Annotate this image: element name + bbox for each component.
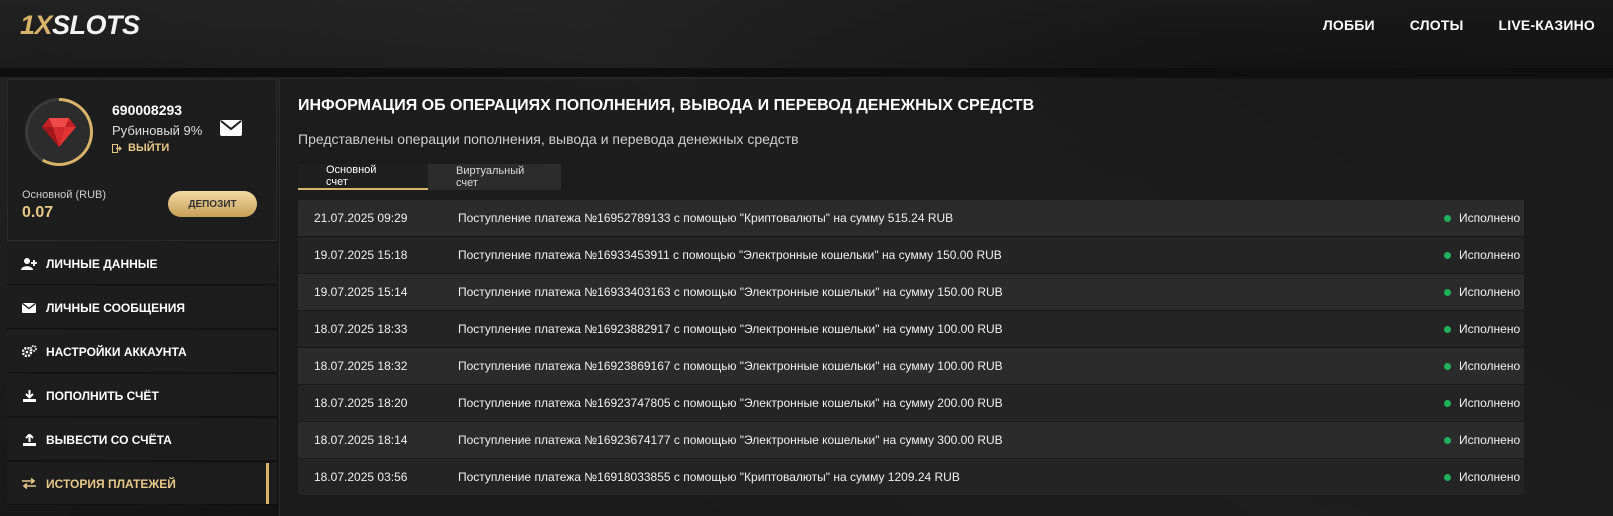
menu-item-deposit[interactable]: ПОПОЛНИТЬ СЧЁТ: [7, 375, 277, 417]
transactions-list: 21.07.2025 09:29 Поступление платежа №16…: [298, 200, 1524, 496]
menu-item-label: ПОПОЛНИТЬ СЧЁТ: [46, 388, 159, 403]
row-date: 18.07.2025 18:20: [314, 396, 408, 410]
menu-item-label: НАСТРОЙКИ АККАУНТА: [46, 344, 187, 359]
row-date: 18.07.2025 03:56: [314, 470, 408, 484]
table-row: 18.07.2025 18:14 Поступление платежа №16…: [298, 422, 1524, 459]
user-id: 690008293: [112, 102, 183, 118]
status-dot-icon: [1444, 362, 1451, 370]
account-menu: ЛИЧНЫЕ ДАННЫЕ ЛИЧНЫЕ СООБЩЕНИЯ НАСТРОЙКИ…: [7, 243, 277, 507]
status-dot-icon: [1444, 214, 1451, 222]
menu-item-personal-data[interactable]: ЛИЧНЫЕ ДАННЫЕ: [7, 243, 277, 285]
status-text: Исполнено: [1459, 359, 1521, 373]
main-nav: ЛОББИ СЛОТЫ LIVE-КАЗИНО: [1323, 17, 1595, 33]
header-divider: [0, 68, 1613, 77]
logout-link[interactable]: ВЫЙТИ: [112, 142, 169, 154]
row-description: Поступление платежа №16923747805 с помощ…: [458, 396, 1003, 410]
row-description: Поступление платежа №16923869167 с помощ…: [458, 359, 1003, 373]
tab-virtual-account[interactable]: Виртуальный счет: [428, 164, 561, 190]
status-badge: Исполнено: [1444, 322, 1524, 336]
status-text: Исполнено: [1459, 248, 1521, 262]
deposit-button[interactable]: ДЕПОЗИТ: [168, 191, 257, 217]
row-date: 18.07.2025 18:14: [314, 433, 408, 447]
status-dot-icon: [1444, 288, 1451, 296]
status-text: Исполнено: [1459, 285, 1521, 299]
status-dot-icon: [1444, 436, 1451, 444]
menu-item-account-settings[interactable]: НАСТРОЙКИ АККАУНТА: [7, 331, 277, 373]
status-badge: Исполнено: [1444, 211, 1524, 225]
menu-item-label: ЛИЧНЫЕ СООБЩЕНИЯ: [46, 300, 186, 315]
status-text: Исполнено: [1459, 396, 1521, 410]
row-description: Поступление платежа №16933403163 с помощ…: [458, 285, 1003, 299]
account-tabs: Основной счет Виртуальный счет: [298, 164, 561, 190]
status-text: Исполнено: [1459, 470, 1521, 484]
row-description: Поступление платежа №16923882917 с помощ…: [458, 322, 1003, 336]
user-level: Рубиновый 9%: [112, 123, 203, 138]
row-date: 19.07.2025 15:18: [314, 248, 408, 262]
row-description: Поступление платежа №16933453911 с помощ…: [458, 248, 1002, 262]
balance-value: 0.07: [22, 204, 54, 221]
envelope-icon: [20, 302, 38, 313]
status-text: Исполнено: [1459, 211, 1521, 225]
table-row: 18.07.2025 18:33 Поступление платежа №16…: [298, 311, 1524, 348]
row-date: 18.07.2025 18:32: [314, 359, 408, 373]
menu-item-label: ИСТОРИЯ ПЛАТЕЖЕЙ: [46, 476, 176, 491]
row-date: 19.07.2025 15:14: [314, 285, 408, 299]
main-content: ИНФОРМАЦИЯ ОБ ОПЕРАЦИЯХ ПОПОЛНЕНИЯ, ВЫВО…: [279, 79, 1613, 516]
download-icon: [20, 389, 38, 402]
table-row: 18.07.2025 03:56 Поступление платежа №16…: [298, 459, 1524, 496]
logout-label: ВЫЙТИ: [128, 142, 170, 154]
status-text: Исполнено: [1459, 322, 1521, 336]
row-description: Поступление платежа №16952789133 с помощ…: [458, 211, 954, 225]
menu-item-payment-history[interactable]: ИСТОРИЯ ПЛАТЕЖЕЙ: [7, 463, 277, 505]
brand-logo[interactable]: 1XSLOTS: [20, 10, 140, 41]
top-header: 1XSLOTS ЛОББИ СЛОТЫ LIVE-КАЗИНО: [0, 0, 1613, 68]
row-date: 21.07.2025 09:29: [314, 211, 408, 225]
exchange-icon: [20, 478, 38, 489]
status-dot-icon: [1444, 399, 1451, 407]
table-row: 19.07.2025 15:18 Поступление платежа №16…: [298, 237, 1524, 274]
nav-lobby[interactable]: ЛОББИ: [1323, 17, 1375, 33]
status-text: Исполнено: [1459, 433, 1521, 447]
status-dot-icon: [1444, 473, 1451, 481]
nav-live-casino[interactable]: LIVE-КАЗИНО: [1499, 17, 1595, 33]
status-badge: Исполнено: [1444, 359, 1524, 373]
tab-main-account[interactable]: Основной счет: [298, 164, 428, 190]
mail-button[interactable]: [220, 120, 242, 141]
user-plus-icon: [20, 257, 38, 270]
row-date: 18.07.2025 18:33: [314, 322, 408, 336]
avatar: [28, 101, 90, 163]
status-badge: Исполнено: [1444, 396, 1524, 410]
envelope-icon: [220, 120, 242, 136]
menu-item-withdraw[interactable]: ВЫВЕСТИ СО СЧЁТА: [7, 419, 277, 461]
status-dot-icon: [1444, 251, 1451, 259]
row-description: Поступление платежа №16923674177 с помощ…: [458, 433, 1003, 447]
status-badge: Исполнено: [1444, 285, 1524, 299]
logo-text-slots: SLOTS: [52, 10, 140, 40]
gears-icon: [20, 345, 38, 358]
ruby-gem-icon: [42, 118, 76, 147]
menu-item-label: ВЫВЕСТИ СО СЧЁТА: [46, 432, 172, 447]
menu-item-messages[interactable]: ЛИЧНЫЕ СООБЩЕНИЯ: [7, 287, 277, 329]
table-row: 18.07.2025 18:20 Поступление платежа №16…: [298, 385, 1524, 422]
profile-card: 690008293 Рубиновый 9% ВЫЙТИ Основной (R…: [7, 79, 277, 241]
logout-icon: [112, 143, 122, 153]
status-badge: Исполнено: [1444, 470, 1524, 484]
menu-item-label: ЛИЧНЫЕ ДАННЫЕ: [46, 256, 158, 271]
status-dot-icon: [1444, 325, 1451, 333]
page-title: ИНФОРМАЦИЯ ОБ ОПЕРАЦИЯХ ПОПОЛНЕНИЯ, ВЫВО…: [298, 97, 1035, 114]
table-row: 21.07.2025 09:29 Поступление платежа №16…: [298, 200, 1524, 237]
table-row: 19.07.2025 15:14 Поступление платежа №16…: [298, 274, 1524, 311]
page-subtitle: Представлены операции пополнения, вывода…: [298, 131, 799, 147]
nav-slots[interactable]: СЛОТЫ: [1410, 17, 1464, 33]
balance-label: Основной (RUB): [22, 189, 107, 201]
row-description: Поступление платежа №16918033855 с помощ…: [458, 470, 960, 484]
status-badge: Исполнено: [1444, 248, 1524, 262]
table-row: 18.07.2025 18:32 Поступление платежа №16…: [298, 348, 1524, 385]
upload-icon: [20, 433, 38, 446]
level-progress-ring: [25, 98, 93, 166]
status-badge: Исполнено: [1444, 433, 1524, 447]
logo-text-1x: 1X: [20, 10, 53, 40]
